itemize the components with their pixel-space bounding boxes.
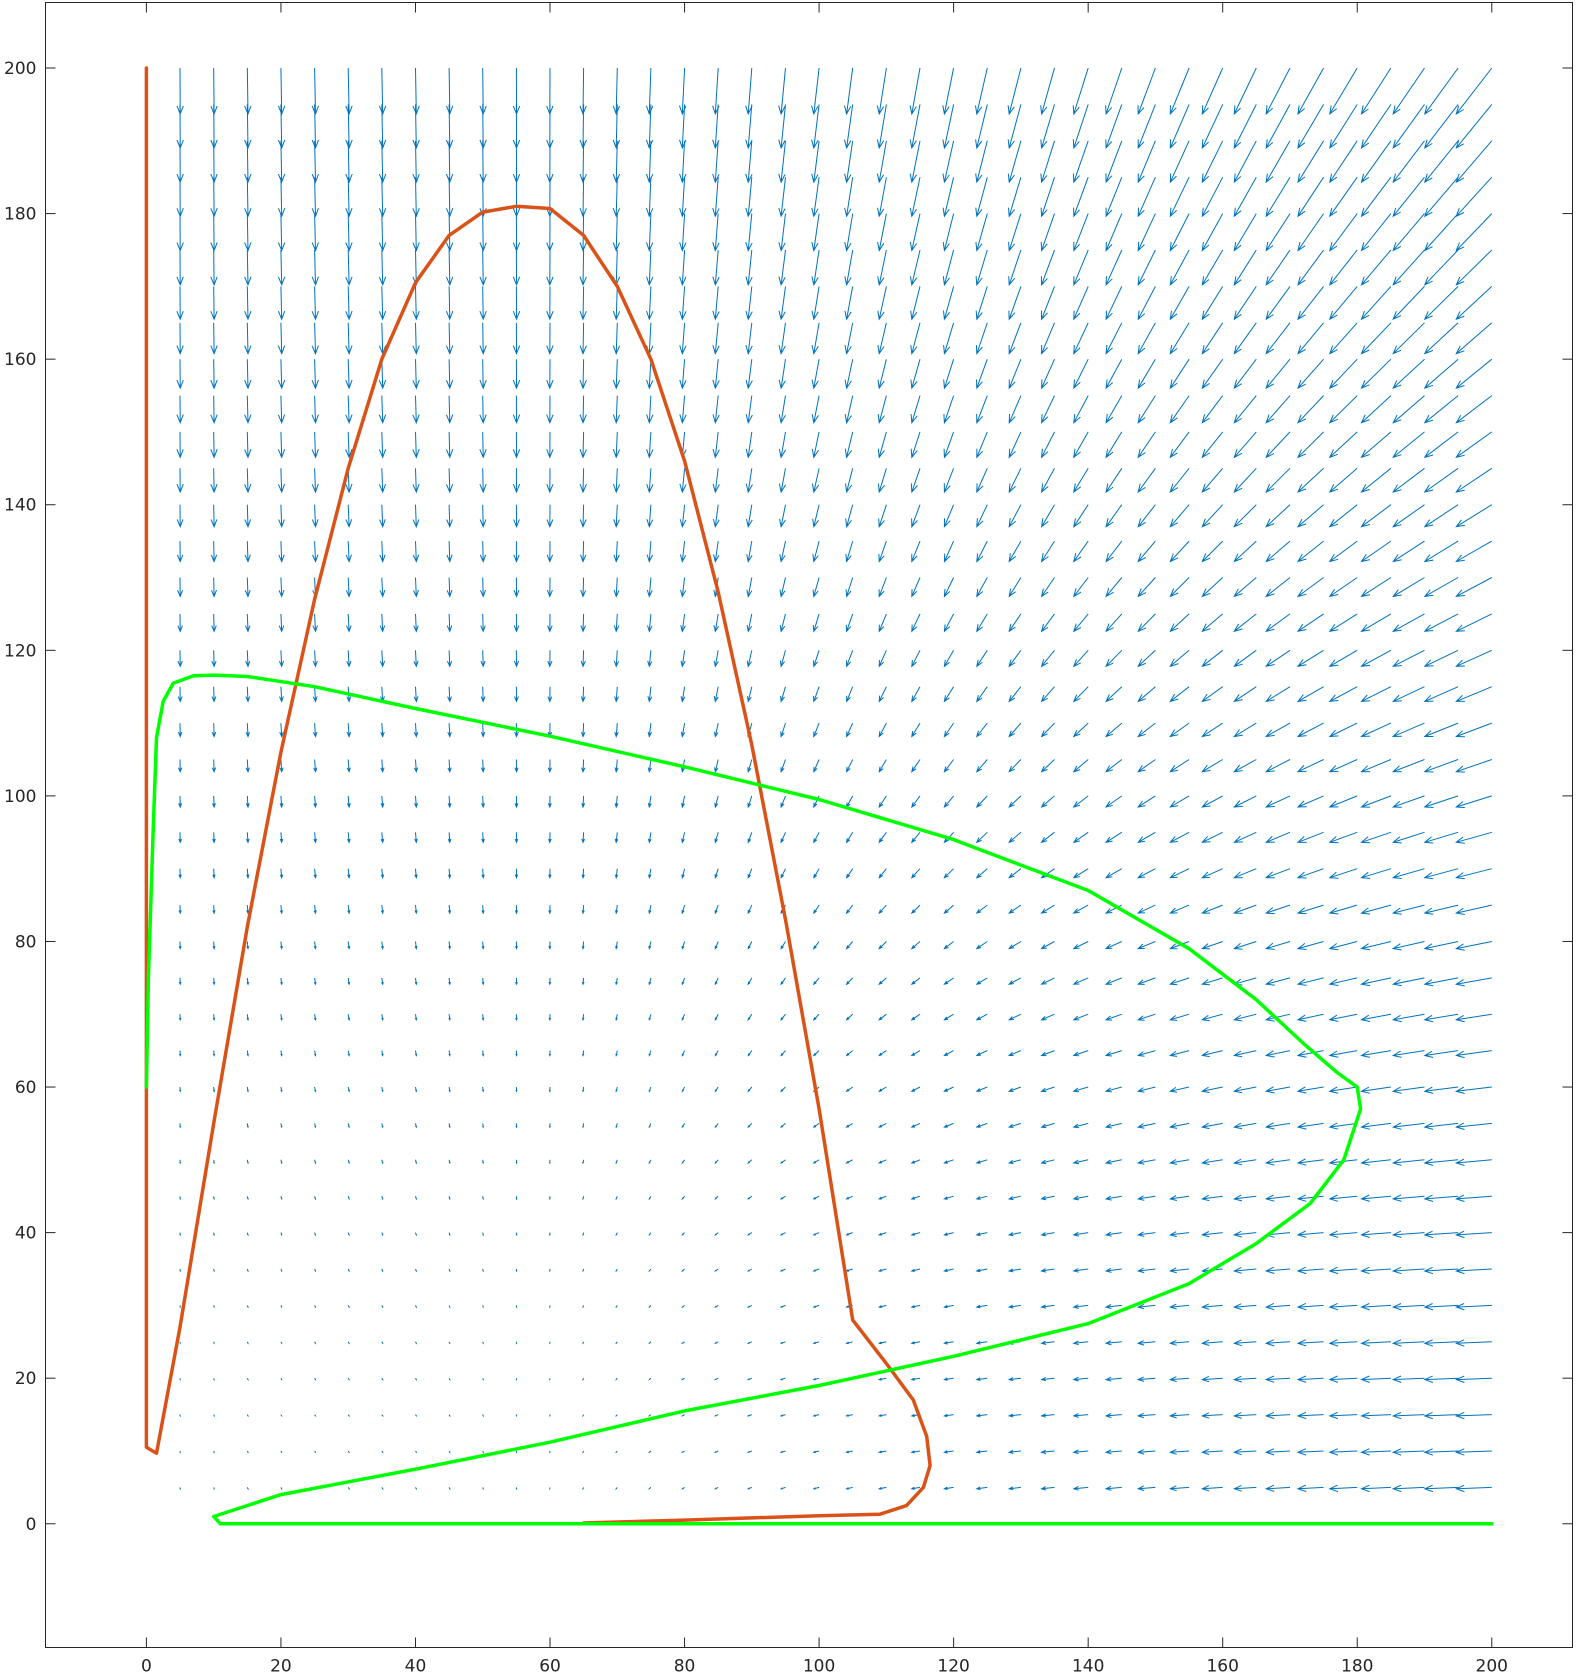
vector-arrow — [482, 1232, 484, 1237]
vector-arrow — [515, 1123, 518, 1129]
x-tick-label: 180 — [1341, 1657, 1373, 1677]
vector-arrow — [482, 1268, 484, 1273]
vector-arrow — [246, 1414, 249, 1418]
x-tick-label: 200 — [1476, 1657, 1508, 1677]
vector-arrow — [548, 1123, 551, 1129]
vector-arrow — [246, 1268, 249, 1273]
y-tick-label: 20 — [15, 1369, 37, 1389]
vector-arrow — [482, 1487, 484, 1491]
x-tick-label: 80 — [674, 1657, 696, 1677]
vector-arrow — [482, 1305, 484, 1309]
vector-arrow — [515, 1159, 518, 1165]
vector-arrow — [179, 1196, 181, 1201]
vector-arrow — [448, 1268, 451, 1273]
vector-arrow — [482, 1414, 484, 1418]
vector-arrow — [515, 1086, 518, 1093]
vector-arrow — [515, 1050, 518, 1057]
vector-arrow — [213, 1341, 215, 1345]
vector-arrow — [582, 1341, 585, 1345]
vector-arrow — [179, 1159, 182, 1165]
vector-arrow — [280, 1341, 283, 1345]
x-tick-label: 20 — [270, 1657, 292, 1677]
x-tick-label: 0 — [141, 1657, 152, 1677]
y-tick-label: 180 — [4, 205, 36, 225]
axes-box — [45, 2, 1573, 1648]
vector-arrow — [213, 1196, 215, 1201]
vector-arrow — [213, 1305, 215, 1309]
vector-arrow — [448, 1305, 451, 1309]
vector-arrow — [482, 1159, 484, 1165]
vector-arrow — [415, 1414, 418, 1417]
y-tick-label: 120 — [4, 641, 36, 661]
phase-portrait-figure: 0 20 40 60 80 100 120 140 160 180 200 0 20 40 60 80 100… — [0, 0, 1577, 1680]
vector-arrow — [482, 1450, 484, 1454]
vector-arrow — [582, 1305, 585, 1309]
y-tick-label: 100 — [4, 787, 36, 807]
vector-arrow — [179, 1232, 181, 1237]
vector-arrow — [515, 1305, 518, 1309]
vector-arrow — [582, 1232, 585, 1237]
x-tick-label: 100 — [803, 1657, 835, 1677]
vector-arrow — [448, 1414, 451, 1418]
vector-arrow — [448, 1487, 451, 1491]
vector-arrow — [515, 1196, 518, 1201]
vector-arrow — [213, 1232, 215, 1237]
vector-arrow — [515, 1268, 518, 1273]
y-tick-label: 140 — [4, 496, 36, 516]
vector-arrow — [448, 1377, 451, 1382]
vector-arrow — [582, 1487, 585, 1491]
vector-arrow — [280, 1414, 283, 1417]
y-tick-label: 200 — [4, 59, 36, 79]
y-tick-label: 160 — [4, 350, 36, 370]
vector-arrow — [246, 1377, 249, 1382]
vector-arrow — [549, 1159, 551, 1165]
x-tick-label: 40 — [405, 1657, 427, 1677]
vector-arrow — [415, 1377, 418, 1381]
vector-arrow — [415, 1341, 418, 1345]
vector-arrow — [415, 1450, 418, 1454]
vector-arrow — [246, 1305, 249, 1309]
vector-arrow — [246, 1450, 249, 1454]
vector-arrow — [179, 1268, 181, 1273]
vector-arrow — [582, 1414, 585, 1418]
vector-arrow — [179, 1305, 181, 1309]
vector-arrow — [582, 1268, 585, 1273]
vector-arrow — [448, 1450, 451, 1454]
vector-arrow — [246, 1341, 249, 1345]
vector-arrow — [280, 1377, 283, 1381]
y-tick-label: 60 — [15, 1078, 37, 1098]
vector-arrow — [549, 1196, 551, 1201]
vector-arrow — [213, 1268, 215, 1273]
vector-arrow — [280, 1450, 283, 1454]
vector-arrow — [448, 1341, 451, 1345]
vector-arrow — [246, 1487, 249, 1491]
vector-arrow — [246, 1232, 249, 1237]
vector-arrow — [549, 1232, 551, 1237]
vector-arrow — [482, 1341, 484, 1345]
x-tick-label: 140 — [1072, 1657, 1104, 1677]
vector-arrow — [582, 1450, 585, 1454]
y-tick-label: 80 — [15, 932, 37, 952]
y-tick-label: 0 — [26, 1515, 37, 1535]
vector-arrow — [280, 1487, 283, 1491]
vector-arrow — [582, 1196, 585, 1201]
vector-arrow — [482, 1378, 484, 1381]
vector-arrow — [415, 1487, 418, 1491]
vector-arrow — [549, 1268, 551, 1273]
vector-arrow — [179, 1123, 182, 1129]
y-tick-label: 40 — [15, 1224, 37, 1244]
x-tick-label: 60 — [539, 1657, 561, 1677]
x-tick-label: 160 — [1206, 1657, 1238, 1677]
vector-arrow — [582, 1378, 585, 1382]
x-tick-label: 120 — [937, 1657, 969, 1677]
vector-arrow — [515, 1232, 518, 1237]
